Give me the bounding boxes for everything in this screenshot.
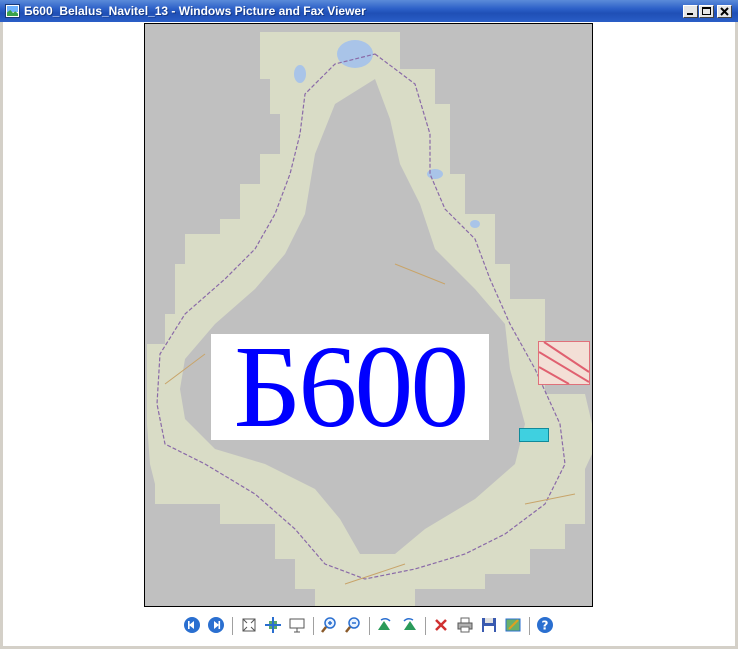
slide-show-button[interactable]	[286, 614, 308, 636]
rotate-clockwise-button[interactable]	[374, 614, 396, 636]
minimize-icon	[687, 13, 693, 15]
displayed-image[interactable]: Б600	[144, 23, 593, 607]
map-marker	[519, 428, 549, 442]
delete-button[interactable]	[430, 614, 452, 636]
delete-icon	[435, 619, 447, 631]
actual-size-button[interactable]	[262, 614, 284, 636]
rotate-counterclockwise-button[interactable]	[398, 614, 420, 636]
map-inset	[538, 341, 590, 385]
rotate-cw-icon	[378, 617, 391, 630]
zoom-out-button[interactable]	[342, 614, 364, 636]
save-icon	[482, 618, 496, 632]
minimize-button[interactable]	[683, 5, 698, 18]
image-label: Б600	[211, 328, 489, 446]
zoom-in-icon	[321, 617, 336, 633]
maximize-button[interactable]	[699, 5, 714, 18]
route-map	[147, 32, 592, 606]
maximize-icon	[702, 7, 711, 15]
next-icon	[208, 617, 224, 633]
svg-text:?: ?	[542, 619, 549, 633]
close-button[interactable]	[717, 5, 732, 18]
prev-icon	[184, 617, 200, 633]
slideshow-icon	[289, 618, 305, 633]
help-icon: ?	[537, 617, 553, 633]
edit-icon	[505, 618, 521, 632]
print-button[interactable]	[454, 614, 476, 636]
close-and-edit-button[interactable]	[502, 614, 524, 636]
rotate-ccw-icon	[403, 617, 416, 630]
close-icon	[720, 7, 729, 16]
help-button[interactable]: ?	[534, 614, 556, 636]
actual-size-icon	[265, 617, 281, 633]
zoom-in-button[interactable]	[318, 614, 340, 636]
previous-image-button[interactable]	[181, 614, 203, 636]
save-copy-button[interactable]	[478, 614, 500, 636]
window-title: Б600_Belalus_Navitel_13 - Windows Pictur…	[24, 4, 366, 18]
picture-viewer-app-icon[interactable]	[5, 4, 20, 18]
print-icon	[457, 617, 473, 633]
best-fit-button[interactable]	[238, 614, 260, 636]
best-fit-icon	[242, 618, 256, 632]
next-image-button[interactable]	[205, 614, 227, 636]
title-bar[interactable]: Б600_Belalus_Navitel_13 - Windows Pictur…	[0, 0, 738, 22]
zoom-out-icon	[345, 617, 360, 633]
viewer-toolbar: ?	[0, 612, 738, 640]
